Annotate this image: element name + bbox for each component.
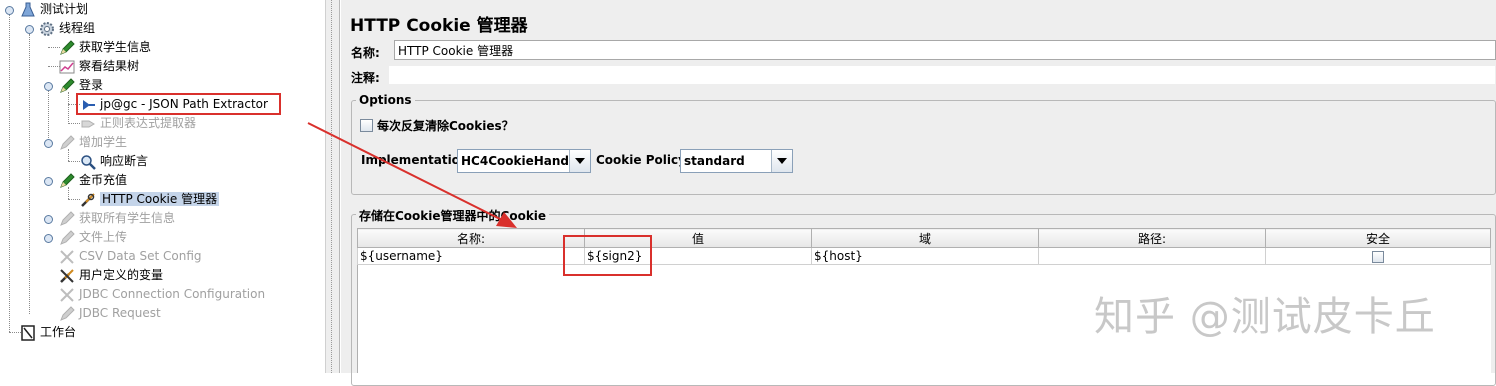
- tree-line: [9, 14, 10, 332]
- watermark-text: 知乎 @测试皮卡丘: [1094, 294, 1436, 340]
- tree-line: [68, 123, 80, 124]
- split-pane-divider[interactable]: [325, 0, 340, 373]
- tree-node-label: 线程组: [59, 21, 96, 35]
- expand-toggle[interactable]: [25, 25, 34, 34]
- tree-line: [68, 199, 80, 200]
- column-header-secure[interactable]: 安全: [1265, 228, 1491, 248]
- tree-node-label: 文件上传: [79, 230, 128, 244]
- wrench-icon: [60, 268, 74, 283]
- cookie-path-cell[interactable]: [1038, 247, 1266, 265]
- sampler-pen-icon: [60, 229, 75, 245]
- tree-node-user-defined-variables[interactable]: 用户定义的变量: [59, 266, 163, 285]
- name-field[interactable]: HTTP Cookie 管理器: [394, 40, 1496, 60]
- tree-node-label: 获取学生信息: [79, 40, 152, 54]
- tree-node-label: 正则表达式提取器: [100, 116, 197, 130]
- tree-node-label: 测试计划: [40, 2, 89, 16]
- sampler-pen-icon: [60, 77, 75, 93]
- implementation-select[interactable]: HC4CookieHandler: [457, 149, 591, 173]
- sampler-pen-icon: [60, 210, 75, 226]
- secure-checkbox[interactable]: [1372, 250, 1384, 263]
- clear-cookies-label: 每次反复清除Cookies？: [377, 119, 514, 133]
- cookie-manager-editor: HTTP Cookie 管理器 名称: HTTP Cookie 管理器 注释: …: [341, 0, 1496, 386]
- cookie-policy-value: standard: [684, 154, 745, 168]
- column-header-name[interactable]: 名称:: [357, 228, 585, 248]
- tree-node-label: JDBC Connection Configuration: [79, 287, 266, 301]
- chart-icon: [59, 60, 75, 73]
- tree-node-test-plan[interactable]: 测试计划: [20, 0, 88, 19]
- tree-node-label: 获取所有学生信息: [79, 211, 176, 225]
- tree-node-label: JDBC Request: [79, 306, 161, 320]
- tree-node-get-all-students[interactable]: 获取所有学生信息: [59, 209, 175, 228]
- annotation-box-extractor: [76, 93, 281, 115]
- wrench-icon: [60, 249, 74, 264]
- tree-node-label: 响应断言: [100, 154, 149, 168]
- tree-node-label: 工作台: [40, 325, 77, 339]
- chevron-down-icon[interactable]: [569, 150, 590, 172]
- expand-toggle[interactable]: [5, 6, 14, 15]
- clear-cookies-checkbox[interactable]: [360, 119, 373, 132]
- cookie-secure-cell[interactable]: [1265, 247, 1491, 265]
- stored-cookies-title: 存储在Cookie管理器中的Cookie: [356, 207, 550, 224]
- comment-label: 注释:: [351, 71, 380, 85]
- tree-node-label: 用户定义的变量: [79, 268, 164, 282]
- cookie-policy-label: Cookie Policy:: [596, 153, 691, 167]
- tree-node-http-cookie-manager[interactable]: HTTP Cookie 管理器: [80, 190, 220, 209]
- tree-node-label: HTTP Cookie 管理器: [100, 192, 220, 206]
- sampler-pen-icon: [60, 134, 75, 150]
- tree-node-thread-group[interactable]: 线程组: [39, 19, 95, 38]
- options-group: [351, 100, 1496, 195]
- expand-toggle[interactable]: [44, 234, 53, 243]
- column-header-domain[interactable]: 域: [811, 228, 1039, 248]
- workbench-icon: [21, 324, 35, 341]
- gear-icon: [40, 21, 54, 36]
- wrench-icon: [60, 287, 74, 302]
- tree-node-add-student[interactable]: 增加学生: [59, 133, 127, 152]
- tree-node-view-results-tree[interactable]: 察看结果树: [59, 57, 139, 76]
- cookie-table: 名称: 值 域 路径: 安全 ${username} ${sign2} ${ho…: [357, 228, 1491, 265]
- tree-node-jdbc-request[interactable]: JDBC Request: [59, 304, 161, 323]
- cookie-table-header: 名称: 值 域 路径: 安全: [357, 228, 1491, 248]
- tree-line: [68, 92, 69, 124]
- tree-line: [68, 161, 80, 162]
- expand-toggle[interactable]: [44, 82, 53, 91]
- cookie-domain-cell[interactable]: ${host}: [811, 247, 1039, 265]
- expand-toggle[interactable]: [44, 215, 53, 224]
- tree-line: [48, 91, 49, 146]
- test-plan-icon: [21, 2, 35, 16]
- annotation-box-value: [563, 235, 652, 276]
- tree-line: [29, 34, 30, 314]
- tree-node-regex-extractor[interactable]: 正则表达式提取器: [80, 114, 196, 133]
- tree-node-csv-data-set-config[interactable]: CSV Data Set Config: [59, 247, 202, 266]
- tree-node-workbench[interactable]: 工作台: [20, 323, 76, 342]
- tree-node-label: 察看结果树: [79, 59, 140, 73]
- column-header-path[interactable]: 路径:: [1038, 228, 1266, 248]
- cookie-policy-select[interactable]: standard: [680, 149, 793, 173]
- page-title: HTTP Cookie 管理器: [350, 16, 528, 36]
- sampler-pen-icon: [60, 305, 75, 321]
- tree-node-coin-recharge[interactable]: 金币充值: [59, 171, 127, 190]
- options-group-title: Options: [356, 93, 415, 107]
- sampler-pen-icon: [60, 39, 75, 55]
- tree-node-jdbc-connection-configuration[interactable]: JDBC Connection Configuration: [59, 285, 265, 304]
- tree-node-label: 登录: [79, 78, 104, 92]
- comment-field[interactable]: [388, 65, 1496, 85]
- extractor-icon: [81, 120, 95, 127]
- tree-node-response-assertion[interactable]: 响应断言: [80, 152, 148, 171]
- expand-toggle[interactable]: [44, 177, 53, 186]
- cookie-name-cell[interactable]: ${username}: [357, 247, 585, 265]
- tree-node-label: 增加学生: [79, 135, 128, 149]
- tree-node-get-student-info[interactable]: 获取学生信息: [59, 38, 151, 57]
- test-plan-tree: 测试计划 线程组 获取学生信息 察看结果树 登录 jp@gc - JSON Pa…: [0, 0, 325, 373]
- tree-node-label: 金币充值: [79, 173, 128, 187]
- expand-toggle[interactable]: [44, 139, 53, 148]
- wrench-icon: [81, 192, 95, 207]
- tree-node-label: CSV Data Set Config: [79, 249, 202, 263]
- name-label: 名称:: [351, 46, 380, 60]
- chevron-down-icon[interactable]: [771, 150, 792, 172]
- table-row[interactable]: ${username} ${sign2} ${host}: [357, 247, 1491, 265]
- tree-node-file-upload[interactable]: 文件上传: [59, 228, 127, 247]
- magnifier-icon: [81, 154, 96, 170]
- sampler-pen-icon: [60, 172, 75, 188]
